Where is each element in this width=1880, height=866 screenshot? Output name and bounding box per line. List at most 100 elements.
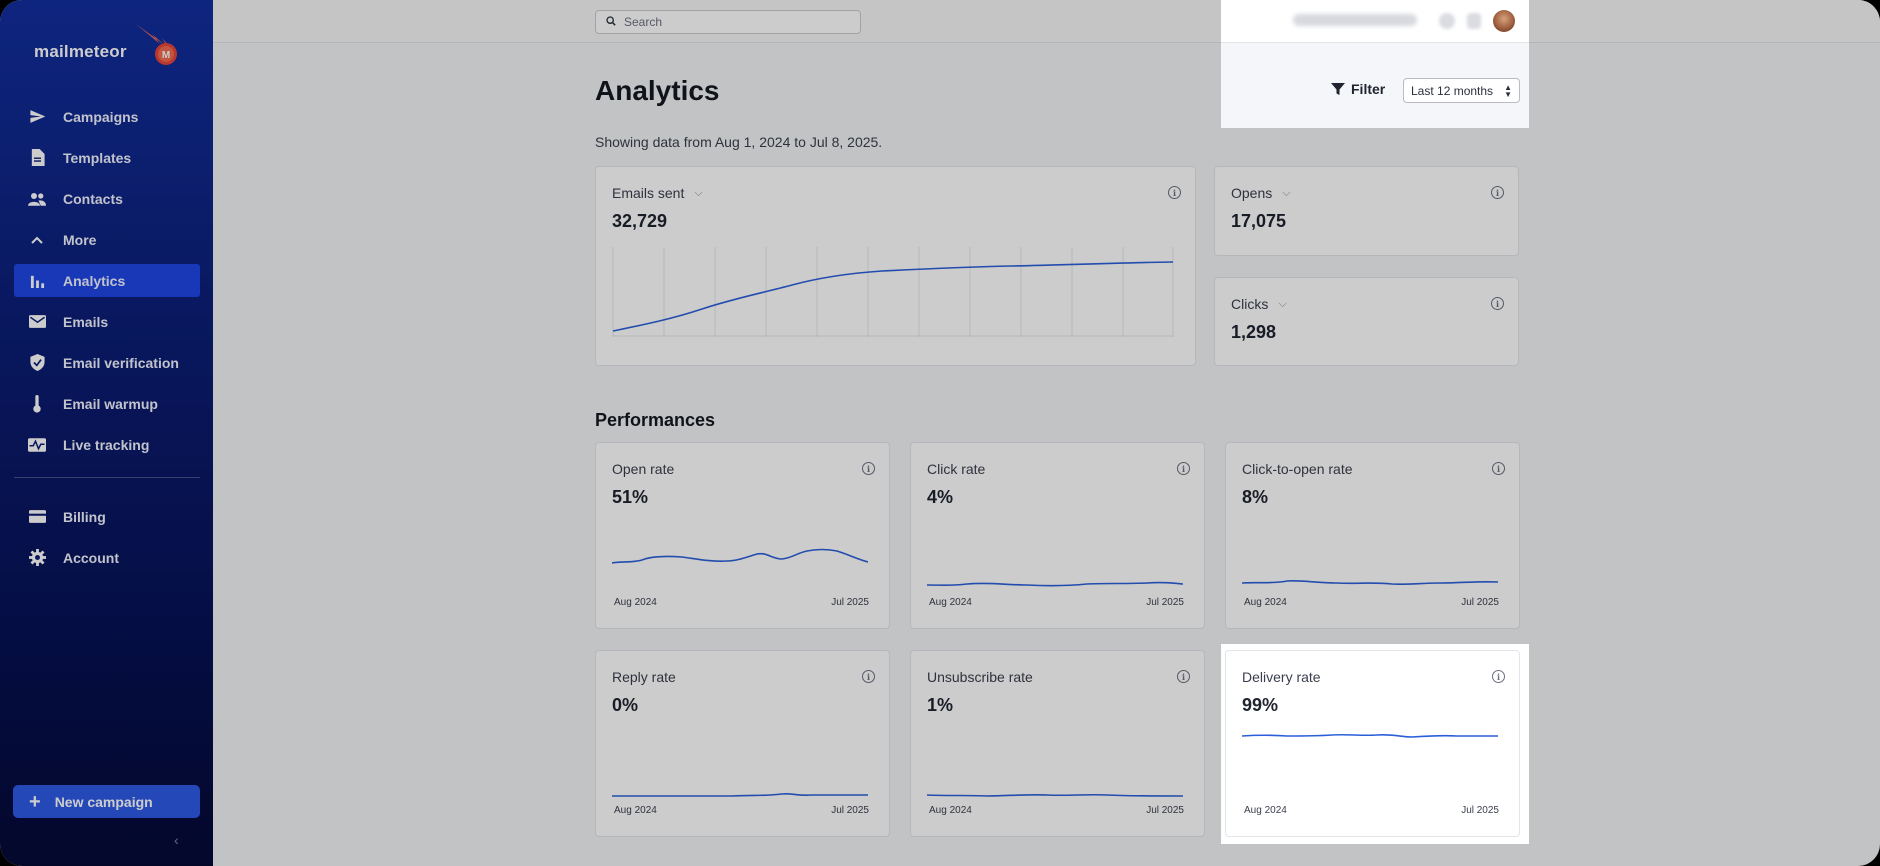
info-icon[interactable]: i xyxy=(1177,670,1190,683)
logo[interactable]: mailmeteor M xyxy=(34,22,184,72)
document-icon xyxy=(28,149,46,167)
axis-start-label: Aug 2024 xyxy=(1244,597,1287,608)
sidebar-item-label: Account xyxy=(63,549,119,566)
sidebar-item-analytics[interactable]: Analytics xyxy=(14,264,200,297)
plus-icon: + xyxy=(29,790,41,813)
sidebar-item-label: Templates xyxy=(63,149,132,166)
sidebar-item-live-tracking[interactable]: Live tracking xyxy=(14,428,200,461)
info-icon[interactable]: i xyxy=(1168,186,1181,199)
sidebar-divider xyxy=(14,477,200,478)
sidebar-item-label: Campaigns xyxy=(63,108,139,125)
info-icon[interactable]: i xyxy=(862,462,875,475)
unsubscribe-rate-card: Unsubscribe rate i 1% Aug 2024 Jul 2025 xyxy=(910,650,1205,837)
sidebar-item-label: Live tracking xyxy=(63,436,150,453)
opens-metric-select[interactable]: Opens ⌵ xyxy=(1231,185,1291,201)
pulse-icon xyxy=(28,436,46,454)
card-value: 1,298 xyxy=(1231,322,1277,342)
info-icon[interactable]: i xyxy=(1492,462,1505,475)
card-value: 17,075 xyxy=(1231,211,1287,231)
axis-end-label: Jul 2025 xyxy=(831,597,869,608)
sidebar-item-emails[interactable]: Emails xyxy=(14,305,200,338)
axis-start-label: Aug 2024 xyxy=(614,597,657,608)
card-value: 51% xyxy=(612,487,649,507)
shield-check-icon xyxy=(28,354,46,372)
click-rate-sparkline xyxy=(927,581,1183,587)
topbar: Search xyxy=(213,0,1880,43)
help-icon[interactable] xyxy=(1439,13,1455,29)
chevron-down-icon: ⌵ xyxy=(694,186,703,199)
sidebar-nav: Campaigns Templates Contacts More Analyt… xyxy=(14,100,200,469)
sidebar-item-billing[interactable]: Billing xyxy=(14,500,200,533)
axis-end-label: Jul 2025 xyxy=(1146,805,1184,816)
card-value: 1% xyxy=(927,695,954,715)
axis-start-label: Aug 2024 xyxy=(929,805,972,816)
sidebar-item-email-verification[interactable]: Email verification xyxy=(14,346,200,379)
card-label: Delivery rate xyxy=(1242,669,1321,685)
sidebar-item-label: Contacts xyxy=(63,190,123,207)
sidebar-item-account[interactable]: Account xyxy=(14,541,200,574)
card-label: Clicks xyxy=(1231,296,1269,312)
info-icon[interactable]: i xyxy=(1492,670,1505,683)
card-value: 4% xyxy=(927,487,954,507)
filter-icon xyxy=(1331,83,1345,95)
topbar-user-area xyxy=(1221,0,1529,43)
card-value: 99% xyxy=(1242,695,1279,715)
search-input[interactable]: Search xyxy=(595,10,861,34)
filter-button[interactable]: Filter xyxy=(1331,81,1385,97)
emails-sent-metric-select[interactable]: Emails sent ⌵ xyxy=(612,185,703,201)
sidebar-item-more[interactable]: More xyxy=(14,223,200,256)
credit-card-icon xyxy=(28,508,46,526)
gear-icon xyxy=(28,549,46,567)
sidebar-item-contacts[interactable]: Contacts xyxy=(14,182,200,215)
sidebar: mailmeteor M Campaigns Templates Contact… xyxy=(0,0,213,866)
info-icon[interactable]: i xyxy=(1177,462,1190,475)
card-label: Click-to-open rate xyxy=(1242,461,1353,477)
info-icon[interactable]: i xyxy=(862,670,875,683)
open-rate-card: Open rate i 51% Aug 2024 Jul 2025 xyxy=(595,442,890,629)
search-icon xyxy=(606,15,616,29)
info-icon[interactable]: i xyxy=(1491,297,1504,310)
thermometer-icon xyxy=(28,394,46,413)
card-value: 0% xyxy=(612,695,639,715)
chevron-up-icon xyxy=(28,231,46,249)
card-value: 8% xyxy=(1242,487,1269,507)
delivery-rate-card: Delivery rate i 99% Aug 2024 Jul 2025 xyxy=(1225,650,1520,837)
avatar[interactable] xyxy=(1493,10,1515,32)
card-label: Open rate xyxy=(612,461,675,477)
new-campaign-button[interactable]: + New campaign xyxy=(13,785,200,818)
period-select[interactable]: Last 12 months ▲ ▼ xyxy=(1403,78,1520,103)
search-placeholder: Search xyxy=(624,15,663,29)
delivery-rate-sparkline xyxy=(1242,733,1498,738)
filter-region: Filter Last 12 months ▲ ▼ xyxy=(1221,0,1529,128)
axis-end-label: Jul 2025 xyxy=(1461,805,1499,816)
card-label: Opens xyxy=(1231,185,1273,201)
sidebar-item-label: Email warmup xyxy=(63,395,158,412)
info-icon[interactable]: i xyxy=(1491,186,1504,199)
sidebar-item-campaigns[interactable]: Campaigns xyxy=(14,100,200,133)
emails-sent-card: Emails sent ⌵ i 32,729 xyxy=(595,166,1196,366)
click-to-open-rate-card: Click-to-open rate i 8% Aug 2024 Jul 202… xyxy=(1225,442,1520,629)
delivery-rate-region: Delivery rate i 99% Aug 2024 Jul 2025 xyxy=(1221,644,1529,844)
app-window: mailmeteor M Campaigns Templates Contact… xyxy=(0,0,1880,866)
axis-start-label: Aug 2024 xyxy=(1244,805,1287,816)
sidebar-item-label: Analytics xyxy=(63,272,126,289)
axis-end-label: Jul 2025 xyxy=(1146,597,1184,608)
user-email-redacted xyxy=(1293,14,1417,26)
click-to-open-rate-sparkline xyxy=(1242,579,1498,586)
sidebar-item-label: Billing xyxy=(63,508,106,525)
sidebar-item-email-warmup[interactable]: Email warmup xyxy=(14,387,200,420)
card-label: Unsubscribe rate xyxy=(927,669,1033,685)
notification-bell-icon[interactable] xyxy=(1467,13,1481,29)
click-rate-card: Click rate i 4% Aug 2024 Jul 2025 xyxy=(910,442,1205,629)
performances-title: Performances xyxy=(595,410,716,430)
sidebar-nav-bottom: Billing Account xyxy=(14,500,200,582)
reply-rate-sparkline xyxy=(612,792,868,797)
sidebar-item-templates[interactable]: Templates xyxy=(14,141,200,174)
date-range-subtitle: Showing data from Aug 1, 2024 to Jul 8, … xyxy=(595,134,883,150)
bar-chart-icon xyxy=(28,272,46,290)
collapse-sidebar-icon[interactable]: ‹ xyxy=(174,832,179,848)
card-label: Click rate xyxy=(927,461,986,477)
card-label: Reply rate xyxy=(612,669,676,685)
clicks-metric-select[interactable]: Clicks ⌵ xyxy=(1231,296,1287,312)
chevron-down-icon: ⌵ xyxy=(1282,186,1291,199)
